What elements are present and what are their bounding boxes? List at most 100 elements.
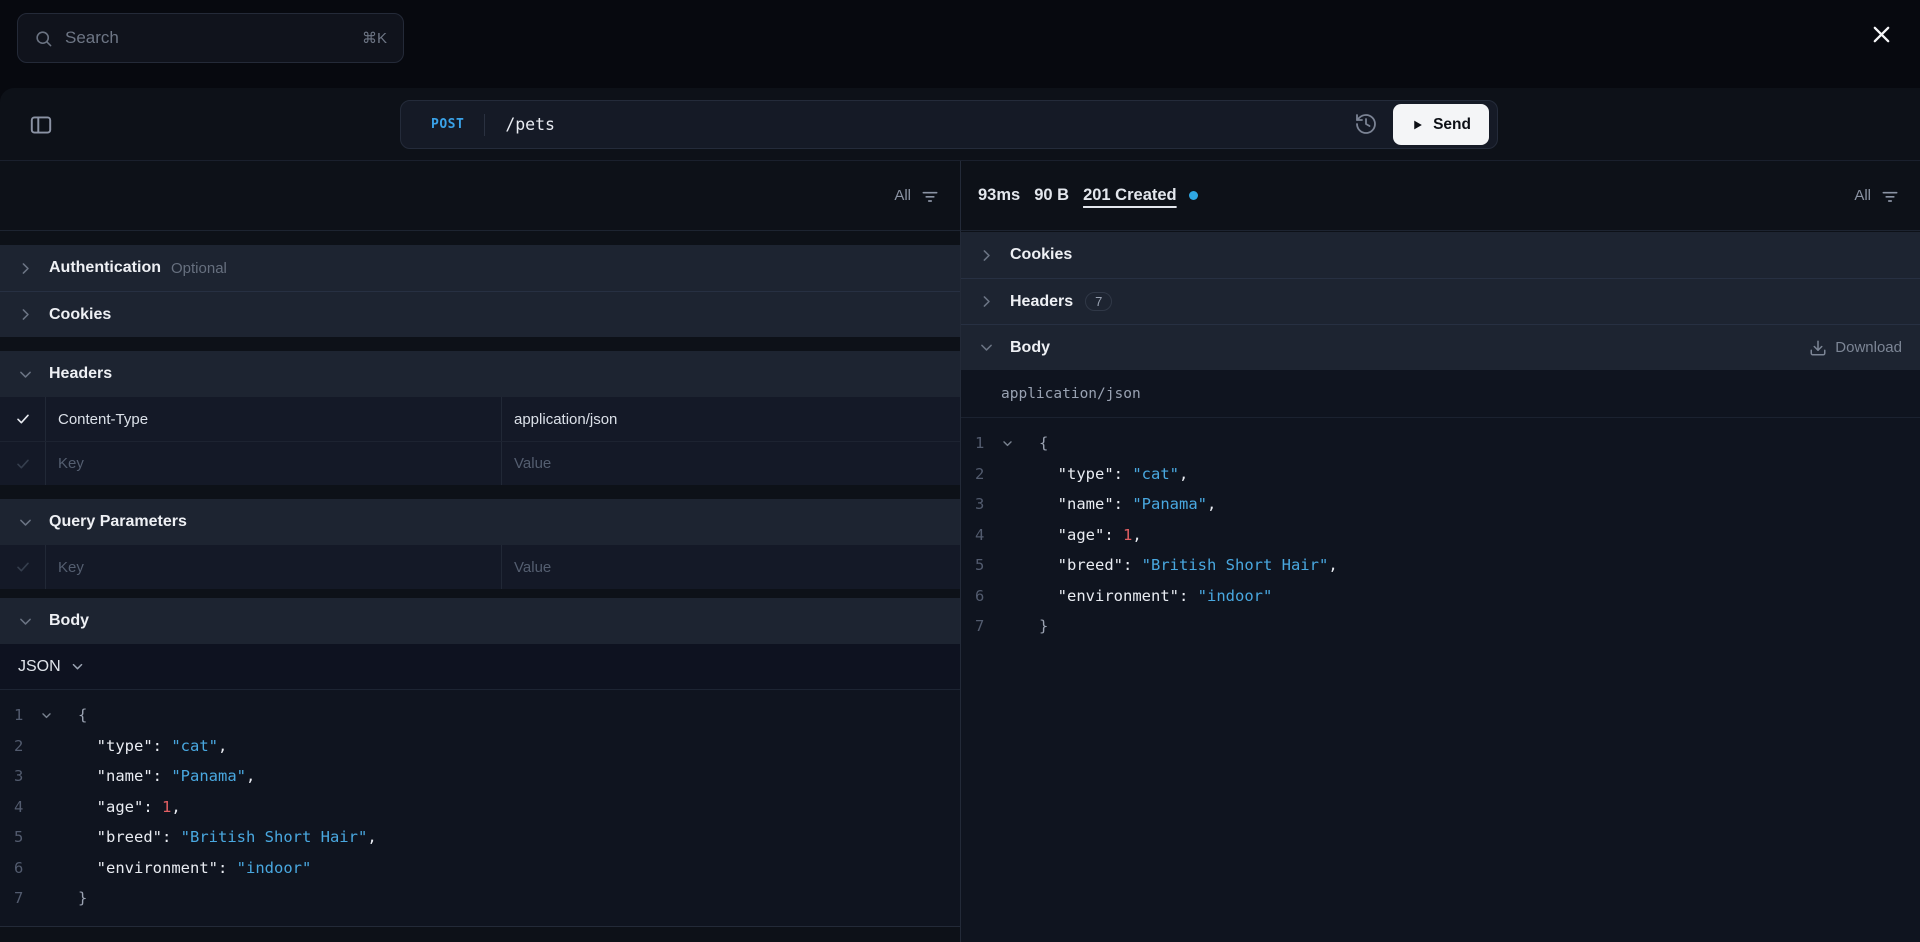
code-line: 2 "type": "cat",: [961, 459, 1920, 490]
request-body-editor[interactable]: 1{2 "type": "cat", 3 "name": "Panama", 4 "…: [0, 690, 960, 927]
row-checkbox-unchecked[interactable]: [0, 545, 46, 589]
code-line: 4 "age": 1,: [961, 520, 1920, 551]
code-line[interactable]: 4 "age": 1,: [0, 792, 960, 823]
query-params-table: Key Value: [0, 545, 960, 589]
chevron-down-icon: [16, 366, 34, 383]
download-label: Download: [1835, 339, 1902, 356]
chevron-right-icon: [16, 260, 34, 277]
code-line: 6 "environment": "indoor": [961, 581, 1920, 612]
method-badge[interactable]: POST: [431, 117, 464, 132]
chevron-right-icon: [16, 306, 34, 323]
code-text: {: [78, 706, 88, 725]
response-status-group: 93ms 90 B 201 Created: [978, 186, 1198, 205]
code-text: "breed": "British Short Hair",: [1039, 556, 1338, 575]
header-value-input[interactable]: application/json: [502, 397, 960, 441]
line-number: 5: [975, 556, 985, 575]
section-response-body[interactable]: Body Download: [961, 324, 1920, 370]
fold-caret-icon[interactable]: [989, 437, 1025, 450]
line-number: 2: [14, 736, 24, 755]
param-value-input[interactable]: Value: [502, 545, 960, 589]
chevron-down-icon: [16, 514, 34, 531]
response-status-code[interactable]: 201 Created: [1083, 186, 1177, 205]
optional-badge: Optional: [171, 259, 227, 277]
response-body-viewer: 1{2 "type": "cat", 3 "name": "Panama", 4 "…: [961, 418, 1920, 942]
section-title: Authentication: [49, 259, 161, 276]
line-number: 1: [975, 434, 985, 453]
header-key-input[interactable]: Key: [46, 442, 502, 485]
send-button[interactable]: Send: [1393, 104, 1489, 145]
section-title: Cookies: [49, 305, 112, 323]
check-icon: [15, 411, 31, 427]
section-request-cookies[interactable]: Cookies: [0, 291, 960, 337]
chevron-right-icon: [977, 293, 995, 310]
send-label: Send: [1433, 115, 1471, 133]
request-path-input[interactable]: /pets: [505, 115, 1353, 134]
code-line[interactable]: 7}: [0, 883, 960, 914]
status-dot-icon: [1188, 191, 1198, 200]
line-number: 3: [975, 495, 985, 514]
section-title: Headers: [49, 365, 113, 382]
line-number: 7: [975, 617, 985, 636]
section-response-headers[interactable]: Headers 7: [961, 278, 1920, 324]
body-format-select[interactable]: JSON: [0, 644, 960, 690]
close-button[interactable]: [1867, 20, 1895, 48]
line-number: 5: [14, 828, 24, 847]
response-filter-button[interactable]: All: [1854, 186, 1900, 206]
search-input[interactable]: Search ⌘K: [17, 13, 404, 63]
filter-label: All: [894, 187, 911, 204]
code-line: 1{: [961, 428, 1920, 459]
code-line[interactable]: 6 "environment": "indoor": [0, 853, 960, 884]
section-title: Cookies: [1010, 246, 1073, 263]
headers-table: Content-Type application/json Key Value: [0, 397, 960, 485]
header-value-input[interactable]: Value: [502, 442, 960, 485]
section-authentication[interactable]: Authentication Optional: [0, 245, 960, 291]
code-text: }: [1039, 617, 1049, 636]
body-format-label: JSON: [18, 657, 61, 675]
code-text: "environment": "indoor": [1039, 586, 1273, 605]
request-filter-button[interactable]: All: [894, 186, 940, 206]
code-text: "type": "cat",: [78, 736, 228, 755]
download-button[interactable]: Download: [1809, 339, 1902, 357]
section-request-body[interactable]: Body: [0, 598, 960, 644]
code-line[interactable]: 2 "type": "cat",: [0, 731, 960, 762]
sidebar-toggle-button[interactable]: [28, 112, 54, 138]
panes: All Authentication Optional Cookies Head…: [0, 161, 1920, 942]
chevron-down-icon: [16, 613, 34, 630]
line-number: 2: [975, 464, 985, 483]
param-key-input[interactable]: Key: [46, 545, 502, 589]
section-response-cookies[interactable]: Cookies: [961, 232, 1920, 278]
line-number: 1: [14, 706, 24, 725]
search-placeholder: Search: [65, 28, 119, 47]
chevron-down-icon: [70, 659, 85, 674]
header-key-input[interactable]: Content-Type: [46, 397, 502, 441]
section-title: Body: [1010, 338, 1050, 356]
response-time: 93ms: [978, 186, 1021, 204]
filter-icon: [920, 186, 940, 206]
section-title: Query Parameters: [49, 513, 187, 530]
fold-caret-icon[interactable]: [28, 709, 64, 722]
table-row-empty: Key Value: [0, 545, 960, 589]
history-button[interactable]: [1353, 112, 1379, 138]
code-line[interactable]: 1{: [0, 700, 960, 731]
row-checkbox-checked[interactable]: [0, 397, 46, 441]
section-request-headers[interactable]: Headers: [0, 351, 960, 397]
section-query-parameters[interactable]: Query Parameters: [0, 499, 960, 545]
code-text: "age": 1,: [78, 797, 181, 816]
top-bar: Search ⌘K: [0, 0, 1920, 88]
play-icon: [1411, 118, 1424, 132]
response-content-type: application/json: [961, 370, 1920, 418]
row-checkbox-unchecked[interactable]: [0, 442, 46, 485]
panel-left-icon: [28, 112, 54, 138]
history-icon: [1354, 112, 1378, 136]
method-divider: [484, 113, 486, 136]
code-line[interactable]: 3 "name": "Panama",: [0, 761, 960, 792]
filter-label: All: [1854, 187, 1871, 204]
code-text: "breed": "British Short Hair",: [78, 828, 377, 847]
code-text: }: [78, 889, 88, 908]
code-text: "environment": "indoor": [78, 858, 312, 877]
response-toolbar: 93ms 90 B 201 Created All: [961, 161, 1920, 231]
code-line[interactable]: 5 "breed": "British Short Hair",: [0, 822, 960, 853]
search-icon: [34, 29, 53, 48]
check-icon: [15, 559, 31, 575]
check-icon: [15, 456, 31, 472]
